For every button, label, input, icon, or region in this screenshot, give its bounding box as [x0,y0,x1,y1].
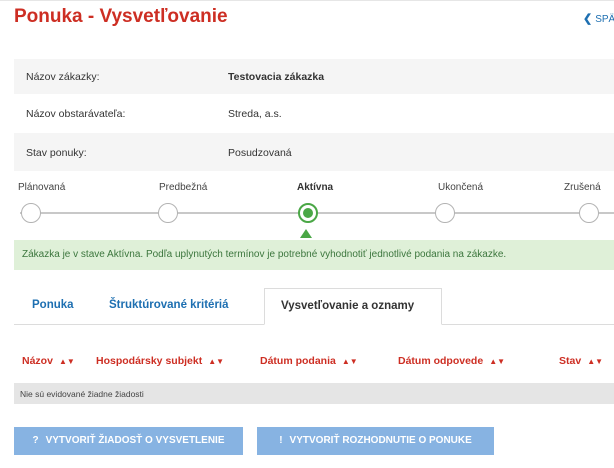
tab-label: Vysvetľovanie a oznamy [281,300,415,312]
top-divider [0,0,614,1]
column-header-stav[interactable]: Stav ▲▼ [559,355,603,367]
column-header-datum-odpovede[interactable]: Dátum odpovede ▲▼ [398,355,505,367]
step-circle [21,203,41,223]
tab-label: Ponuka [32,299,74,311]
step-circle [579,203,599,223]
info-row-tender-name: Názov zákazky: Testovacia zákazka [14,59,614,94]
status-stepper: Plánovaná Predbežná Aktívna Ukončená Zru… [0,182,614,242]
step-label: Ukončená [438,182,484,193]
info-label: Stav ponuky: [26,147,87,159]
tab-vysvetlovanie-a-oznamy[interactable]: Vysvetľovanie a oznamy [264,288,442,325]
button-label: VYTVORIŤ ŽIADOSŤ O VYSVETLENIE [45,435,225,446]
sort-icon[interactable]: ▲▼ [342,357,358,366]
step-circle-active [298,203,318,223]
create-decision-button[interactable]: ! VYTVORIŤ ROZHODNUTIE O PONUKE [257,427,494,455]
step-label: Zrušená [564,182,601,193]
button-label: VYTVORIŤ ROZHODNUTIE O PONUKE [289,435,472,446]
column-header-hospodarsky-subjekt[interactable]: Hospodársky subjekt ▲▼ [96,355,224,367]
exclamation-icon: ! [279,435,283,446]
info-value: Posudzovaná [228,147,292,159]
info-value: Testovacia zákazka [228,71,325,83]
tab-bar: Ponuka Štruktúrované kritériá Vysvetľova… [14,288,614,325]
back-label: SPÄ [595,14,614,25]
sort-icon[interactable]: ▲▼ [489,357,505,366]
step-circle [158,203,178,223]
info-label: Názov obstarávateľa: [26,108,126,120]
step-label: Predbežná [159,182,208,193]
sort-icon[interactable]: ▲▼ [208,357,224,366]
info-label: Názov zákazky: [26,71,100,83]
tab-label: Štruktúrované kritériá [109,299,229,311]
create-clarification-request-button[interactable]: ? VYTVORIŤ ŽIADOSŤ O VYSVETLENIE [14,427,243,455]
info-row-offer-status: Stav ponuky: Posudzovaná [14,133,614,171]
question-icon: ? [32,435,39,446]
column-header-datum-podania[interactable]: Dátum podania ▲▼ [260,355,358,367]
sort-icon[interactable]: ▲▼ [587,357,603,366]
page-title: Ponuka - Vysvetľovanie [14,6,228,27]
back-link[interactable]: ❮ SPÄ [583,12,614,25]
chevron-left-icon: ❮ [583,13,593,25]
step-label: Plánovaná [18,182,66,193]
active-pointer-icon [300,229,312,238]
table-header: Názov ▲▼ Hospodársky subjekt ▲▼ Dátum poda… [14,343,614,383]
column-header-nazov[interactable]: Názov ▲▼ [22,355,75,367]
status-notice: Zákazka je v stave Aktívna. Podľa uplynu… [14,240,614,270]
sort-icon[interactable]: ▲▼ [59,357,75,366]
step-circle [435,203,455,223]
info-row-procurer-name: Názov obstarávateľa: Streda, a.s. [14,94,614,133]
step-label: Aktívna [297,182,334,193]
active-dot [303,208,313,218]
info-value: Streda, a.s. [228,108,282,120]
empty-table-message: Nie sú evidované žiadne žiadosti [14,383,614,404]
